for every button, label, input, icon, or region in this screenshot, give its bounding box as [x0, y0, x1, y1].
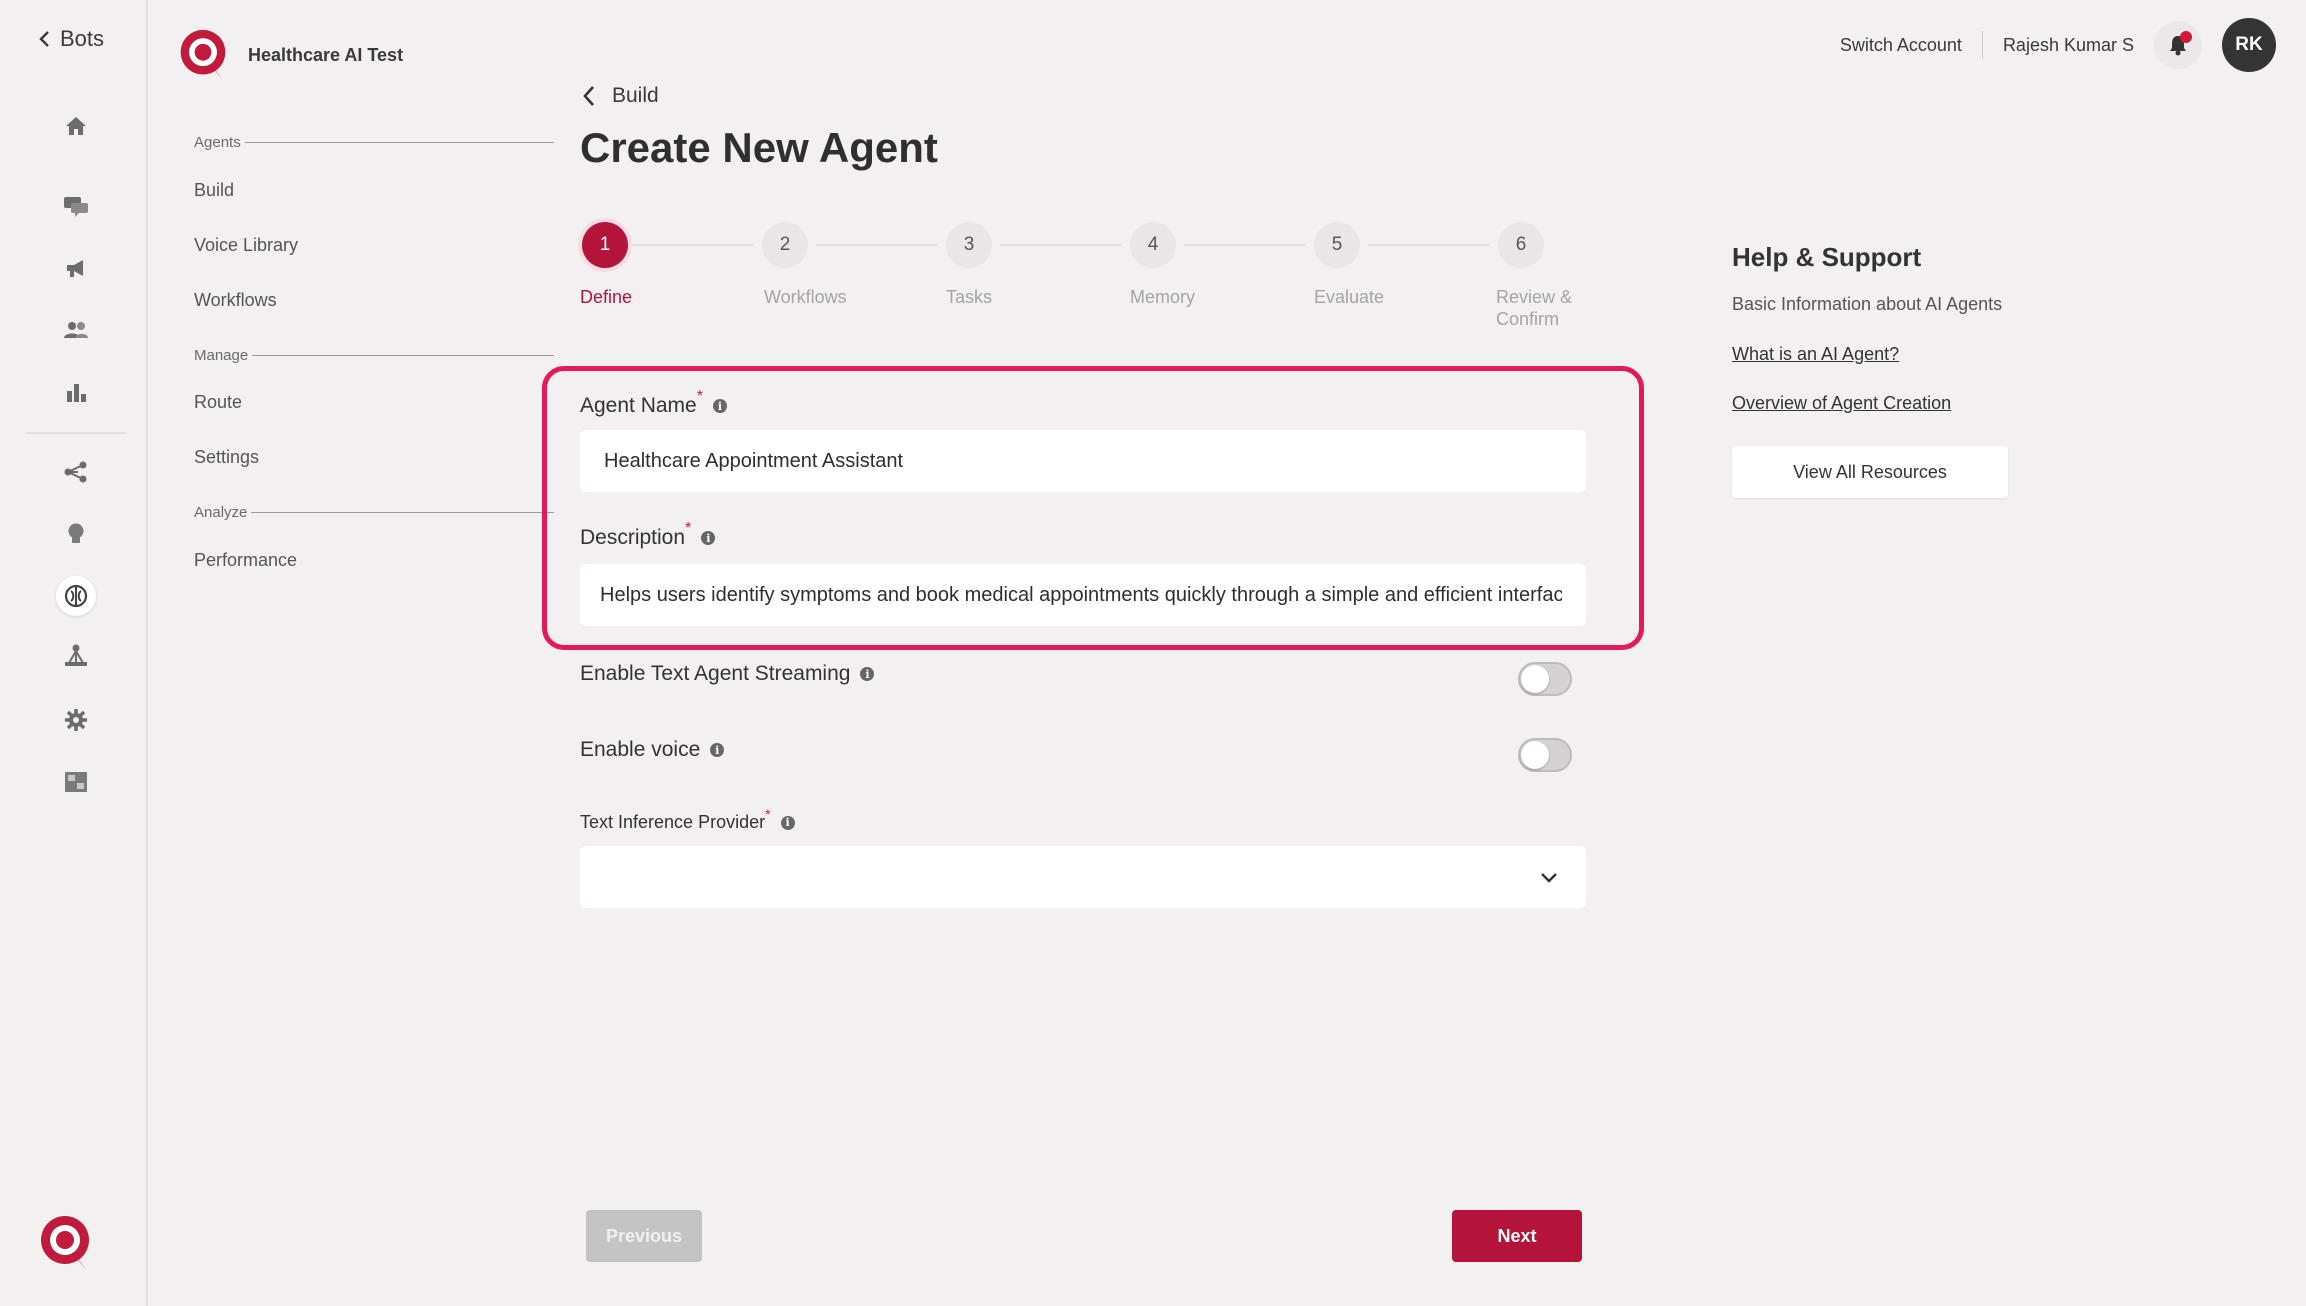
step-label-tasks: Tasks: [946, 287, 993, 307]
help-title: Help & Support: [1732, 242, 1922, 272]
hierarchy-icon[interactable]: [56, 636, 96, 676]
next-button[interactable]: Next: [1452, 1210, 1582, 1262]
gear-icon[interactable]: [56, 700, 96, 740]
step-5-evaluate[interactable]: 5: [1314, 222, 1360, 268]
notification-badge: [2180, 31, 2192, 43]
step-connector: [1184, 244, 1306, 246]
nav-item-settings[interactable]: Settings: [194, 447, 259, 468]
workspace-logo: [180, 29, 226, 81]
step-6-review[interactable]: 6: [1498, 222, 1544, 268]
nav-item-voice-library[interactable]: Voice Library: [194, 235, 298, 256]
toggle-knob: [1521, 665, 1549, 693]
nav-item-route[interactable]: Route: [194, 392, 242, 413]
chevron-left-icon: [39, 31, 49, 47]
nav-section-title: Manage: [194, 347, 249, 364]
help-subtitle: Basic Information about AI Agents: [1732, 294, 2003, 314]
description-label: Description* i: [580, 520, 716, 550]
info-icon[interactable]: i: [712, 399, 727, 413]
nav-item-performance[interactable]: Performance: [194, 550, 297, 571]
rail-divider: [26, 432, 126, 434]
step-2-workflows[interactable]: 2: [762, 222, 808, 268]
home-icon[interactable]: [56, 106, 96, 146]
step-connector: [816, 244, 938, 246]
provider-select[interactable]: [580, 846, 1586, 908]
avatar[interactable]: RK: [2222, 18, 2276, 72]
agent-name-input[interactable]: [580, 430, 1586, 492]
voice-label: Enable voice i: [580, 738, 725, 762]
agent-name-label-text: Agent Name: [580, 394, 697, 417]
view-all-resources-button[interactable]: View All Resources: [1732, 446, 2008, 498]
breadcrumb[interactable]: Build: [582, 84, 659, 108]
workspace-name: Healthcare AI Test: [248, 44, 404, 65]
share-nodes-icon[interactable]: [56, 452, 96, 492]
nav-section-analyze: Analyze: [194, 504, 554, 521]
nav-section-title: Analyze: [194, 504, 248, 521]
previous-button[interactable]: Previous: [586, 1210, 702, 1262]
step-label-review: Review & Confirm: [1496, 287, 1573, 329]
required-mark: *: [765, 806, 771, 822]
provider-label: Text Inference Provider* i: [580, 806, 795, 833]
page-title: Create New Agent: [580, 124, 938, 171]
back-label: Bots: [60, 26, 105, 51]
step-1-define[interactable]: 1: [582, 222, 628, 268]
nav-section-agents: Agents: [194, 134, 554, 151]
step-label-memory: Memory: [1130, 287, 1196, 307]
required-mark: *: [696, 388, 703, 405]
help-link-what-is-agent[interactable]: What is an AI Agent?: [1732, 344, 1899, 365]
lightbulb-icon[interactable]: [56, 514, 96, 554]
step-connector: [1368, 244, 1490, 246]
streaming-label-text: Enable Text Agent Streaming: [580, 662, 851, 685]
nav-section-manage: Manage: [194, 347, 554, 364]
header-actions: Switch Account Rajesh Kumar S RK: [1840, 18, 2276, 72]
voice-toggle[interactable]: [1518, 738, 1572, 772]
brain-icon[interactable]: [56, 576, 96, 616]
toggle-knob: [1521, 741, 1549, 769]
step-connector: [632, 244, 754, 246]
chat-icon[interactable]: [56, 186, 96, 226]
info-icon[interactable]: i: [780, 815, 795, 830]
back-to-bots-link[interactable]: Bots: [38, 26, 104, 52]
step-label-define: Define: [580, 287, 633, 307]
nav-item-workflows[interactable]: Workflows: [194, 290, 277, 311]
notifications-button[interactable]: [2154, 21, 2202, 69]
nav-section-title: Agents: [194, 134, 241, 151]
agent-name-label: Agent Name* i: [580, 388, 727, 418]
stepper: 1 2 3 4 5 6 Define Workflows Tasks Memor…: [580, 222, 1580, 342]
help-link-overview[interactable]: Overview of Agent Creation: [1732, 393, 1951, 414]
step-3-tasks[interactable]: 3: [946, 222, 992, 268]
required-mark: *: [685, 520, 692, 537]
workspace-brand: Healthcare AI Test: [176, 26, 403, 84]
icon-rail: Bots: [0, 0, 148, 1306]
voice-label-text: Enable voice: [580, 738, 701, 761]
provider-label-text: Text Inference Provider: [580, 812, 766, 832]
integration-icon[interactable]: [56, 762, 96, 802]
nav-item-build[interactable]: Build: [194, 180, 234, 201]
step-4-memory[interactable]: 4: [1130, 222, 1176, 268]
breadcrumb-label: Build: [612, 84, 659, 107]
user-name: Rajesh Kumar S: [2002, 34, 2134, 55]
switch-account-link[interactable]: Switch Account: [1840, 35, 1962, 56]
step-label-workflows: Workflows: [764, 287, 847, 307]
info-icon[interactable]: i: [860, 667, 875, 681]
step-connector: [1000, 244, 1122, 246]
app-logo: [41, 1216, 89, 1270]
megaphone-icon[interactable]: [56, 248, 96, 288]
chevron-down-icon: [1541, 873, 1557, 883]
step-label-evaluate: Evaluate: [1314, 287, 1385, 307]
info-icon[interactable]: i: [701, 531, 716, 545]
streaming-label: Enable Text Agent Streaming i: [580, 662, 875, 686]
description-input[interactable]: [580, 564, 1586, 626]
info-icon[interactable]: i: [710, 743, 725, 757]
users-icon[interactable]: [56, 310, 96, 350]
chevron-left-icon: [583, 86, 594, 106]
bar-chart-icon[interactable]: [56, 372, 96, 412]
streaming-toggle[interactable]: [1518, 662, 1572, 696]
description-label-text: Description: [580, 526, 686, 549]
header-divider: [1981, 31, 1983, 59]
